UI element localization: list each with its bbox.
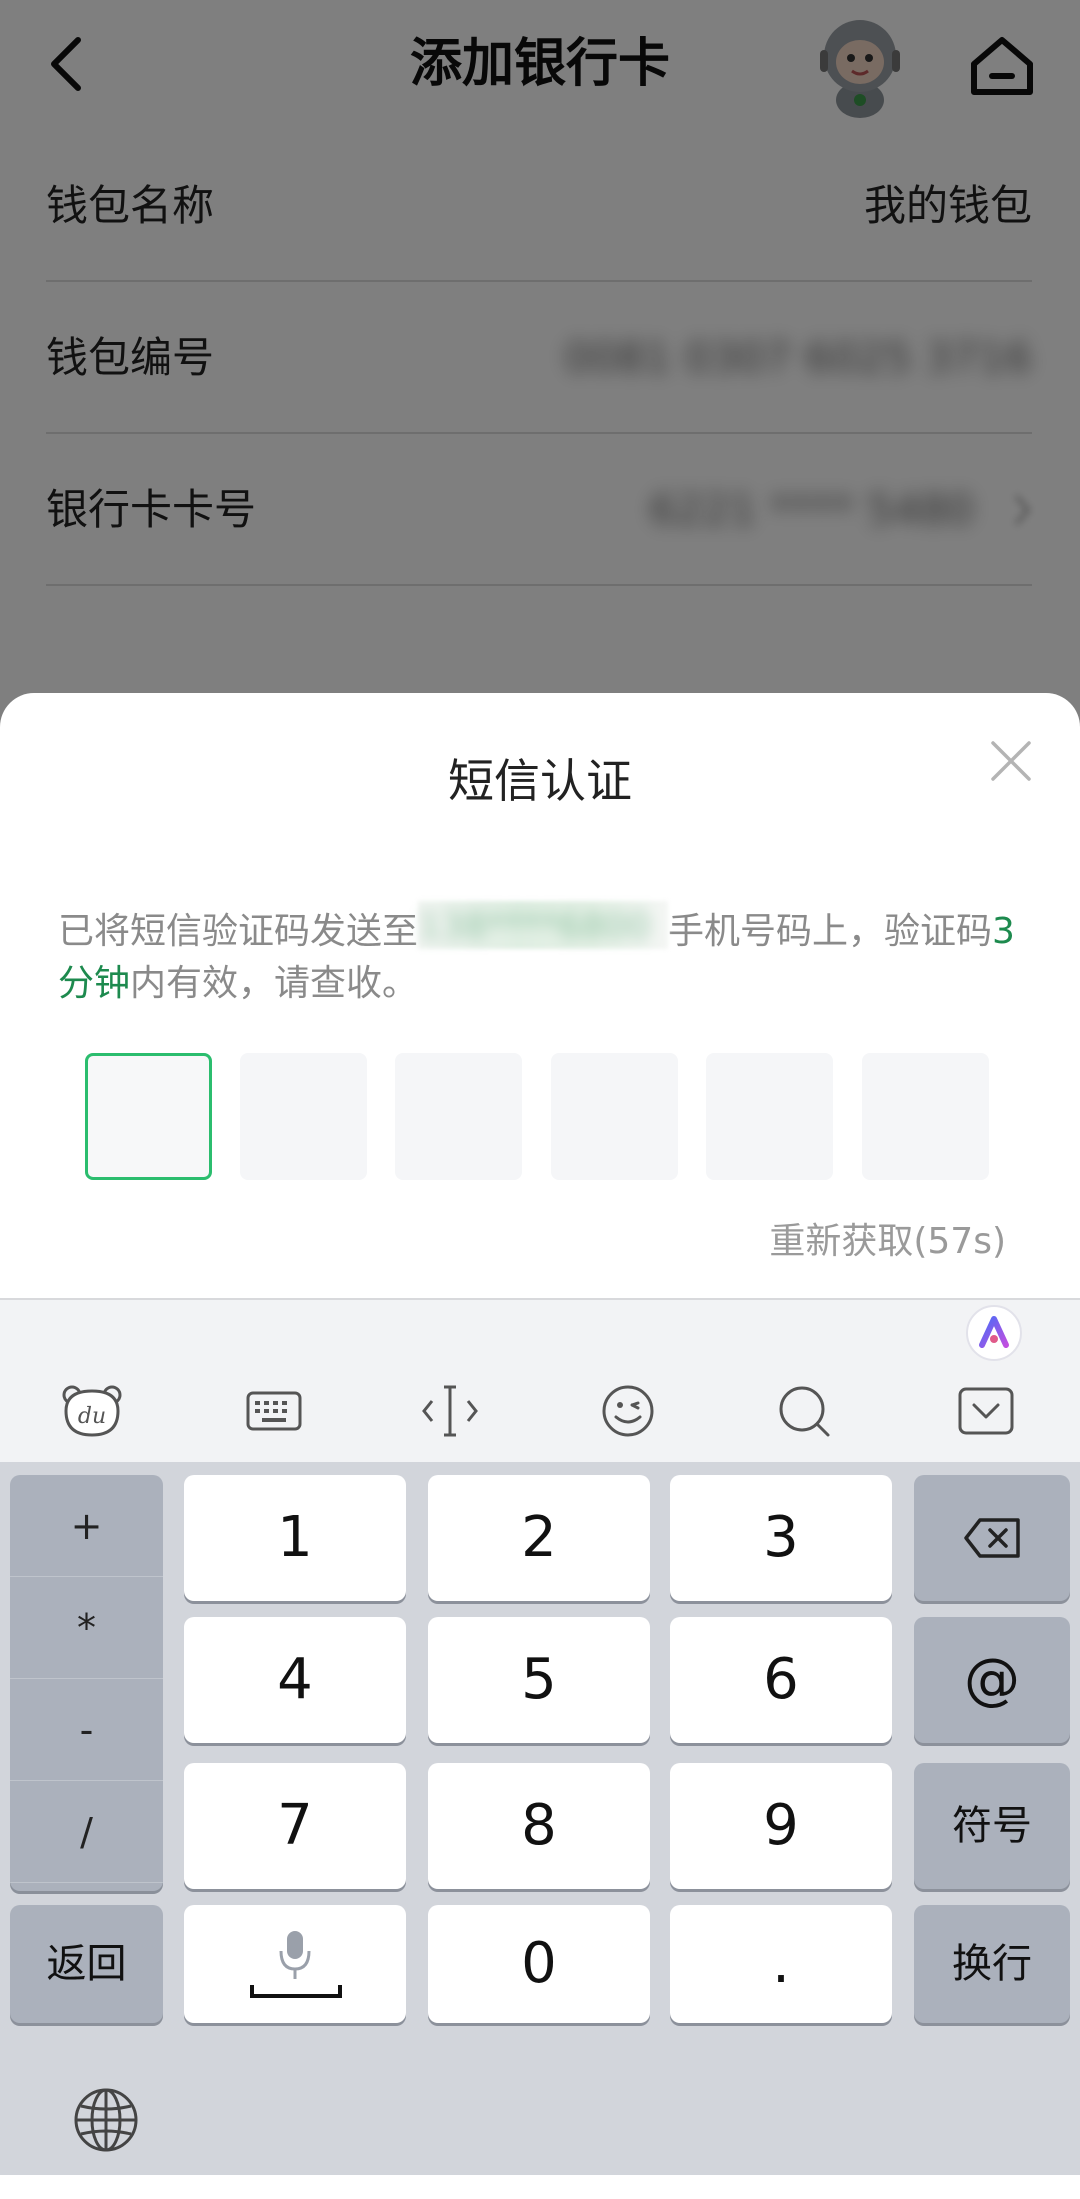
code-input-2[interactable] — [240, 1053, 367, 1180]
code-input-4[interactable] — [551, 1053, 678, 1180]
close-icon — [991, 741, 1031, 781]
globe-icon[interactable] — [72, 2086, 140, 2154]
code-input-1[interactable] — [85, 1053, 212, 1180]
emoji-icon[interactable] — [596, 1381, 660, 1441]
key-2[interactable]: 2 — [428, 1475, 650, 1601]
close-button[interactable] — [988, 738, 1034, 784]
key-minus[interactable]: - — [10, 1679, 163, 1781]
sms-sent-message: 已将短信验证码发送至138****6800 手机号码上，验证码3分钟内有效，请查收… — [58, 901, 1028, 1010]
ai-assistant-icon — [979, 1316, 1009, 1348]
backspace-key[interactable] — [914, 1475, 1070, 1601]
keyboard-toolbar — [0, 1298, 1080, 1462]
message-middle: 手机号码上，验证码 — [668, 911, 993, 952]
code-input-6[interactable] — [862, 1053, 989, 1180]
keyboard-icon[interactable] — [242, 1381, 306, 1441]
sheet-title: 短信认证 — [448, 754, 632, 808]
symbols-key[interactable]: 符号 — [914, 1763, 1070, 1889]
ai-assistant-button[interactable] — [966, 1305, 1022, 1361]
resend-code-button[interactable]: 重新获取(57s) — [769, 1217, 1006, 1267]
key-asterisk[interactable]: * — [10, 1577, 163, 1679]
backspace-icon — [964, 1518, 1020, 1558]
key-at[interactable]: @ — [914, 1617, 1070, 1743]
key-0[interactable]: 0 — [428, 1905, 650, 2023]
masked-phone-number: 138****6800 — [418, 901, 669, 949]
back-key[interactable]: 返回 — [10, 1905, 163, 2023]
message-prefix: 已将短信验证码发送至 — [58, 911, 419, 952]
space-voice-key[interactable] — [184, 1905, 406, 2023]
svg-text:du: du — [78, 1404, 106, 1429]
symbol-column[interactable]: + * - / — [10, 1475, 163, 1891]
key-9[interactable]: 9 — [670, 1763, 892, 1889]
home-indicator-area — [0, 2175, 1080, 2199]
enter-key[interactable]: 换行 — [914, 1905, 1070, 2023]
key-plus[interactable]: + — [10, 1475, 163, 1577]
sms-verification-sheet: 短信认证 已将短信验证码发送至138****6800 手机号码上，验证码3分钟内有… — [0, 693, 1080, 1298]
du-bear-icon[interactable]: du — [60, 1381, 124, 1441]
key-8[interactable]: 8 — [428, 1763, 650, 1889]
code-input-3[interactable] — [395, 1053, 522, 1180]
space-bar-icon — [250, 1985, 342, 1998]
code-input-5[interactable] — [706, 1053, 833, 1180]
key-4[interactable]: 4 — [184, 1617, 406, 1743]
key-7[interactable]: 7 — [184, 1763, 406, 1889]
key-5[interactable]: 5 — [428, 1617, 650, 1743]
key-dot[interactable]: . — [670, 1905, 892, 2023]
key-3[interactable]: 3 — [670, 1475, 892, 1601]
collapse-keyboard-icon[interactable] — [954, 1381, 1018, 1441]
key-slash[interactable]: / — [10, 1781, 163, 1883]
message-suffix: 内有效，请查收。 — [130, 963, 419, 1004]
key-1[interactable]: 1 — [184, 1475, 406, 1601]
key-6[interactable]: 6 — [670, 1617, 892, 1743]
search-icon[interactable] — [772, 1381, 836, 1441]
cursor-move-icon[interactable] — [418, 1381, 482, 1441]
